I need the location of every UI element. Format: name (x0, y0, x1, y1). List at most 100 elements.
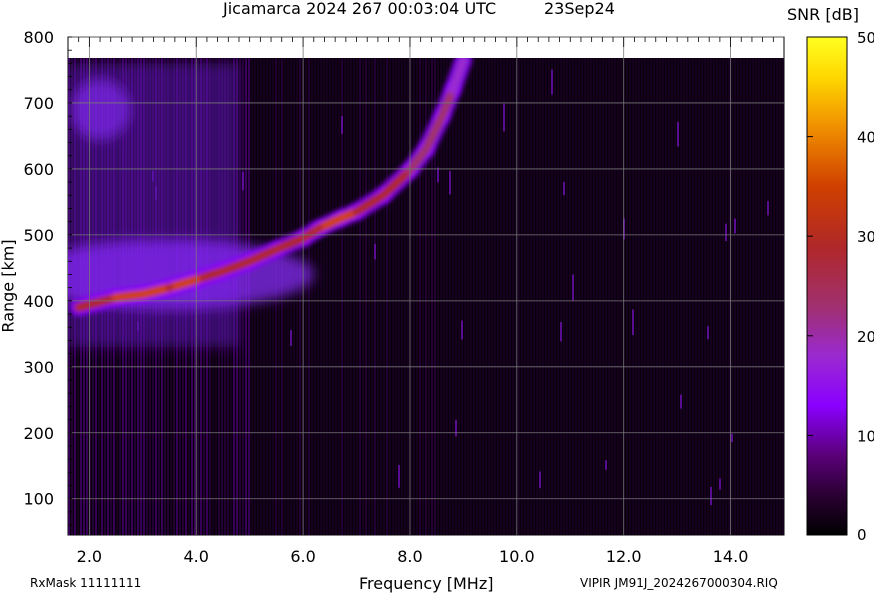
noise-fleck (680, 394, 682, 409)
noise-streak (593, 58, 595, 535)
noise-streak (665, 58, 667, 535)
noise-streak (329, 58, 331, 535)
noise-streak (731, 58, 733, 535)
noise-streak (398, 58, 400, 535)
noise-streak (698, 58, 700, 535)
noise-streak (485, 58, 487, 535)
noise-fleck (734, 218, 736, 234)
noise-streak (473, 58, 475, 535)
noise-fleck (632, 309, 634, 336)
noise-streak (707, 58, 709, 535)
noise-streak (749, 58, 751, 535)
noise-streak (740, 58, 742, 535)
noise-streak (674, 58, 676, 535)
filename-label: VIPIR JM91J_2024267000304.RIQ (580, 576, 778, 590)
colorbar (806, 36, 848, 536)
noise-streak (581, 58, 583, 535)
noise-streak (743, 58, 745, 535)
noise-streak (746, 58, 748, 535)
noise-streak (461, 58, 463, 535)
noise-streak (680, 58, 682, 535)
noise-fleck (572, 274, 574, 301)
noise-streak (650, 58, 652, 535)
noise-streak (284, 58, 286, 535)
noise-streak (359, 58, 361, 535)
y-tick-labels: 100 200 300 400 500 600 700 800 (23, 28, 54, 509)
noise-streak (719, 58, 721, 535)
noise-streak (704, 58, 706, 535)
noise-fleck (731, 433, 733, 443)
noise-fleck (725, 223, 727, 242)
trace-point (315, 224, 324, 233)
noise-streak (338, 58, 340, 535)
chart-date: 23Sep24 (544, 0, 615, 18)
noise-fleck (560, 322, 562, 342)
noise-streak (545, 58, 547, 535)
trace-point (379, 191, 388, 200)
colorbar-tick-label: 0 (857, 526, 867, 544)
y-tick-label: 400 (23, 292, 54, 311)
noise-streak (464, 58, 466, 535)
noise-streak (530, 58, 532, 535)
trace-point (336, 214, 345, 223)
noise-streak (590, 58, 592, 535)
colorbar-tick-label: 40 (857, 129, 874, 147)
noise-streak (314, 58, 316, 535)
noise-streak (596, 58, 598, 535)
noise-streak (617, 58, 619, 535)
x-tick-label: 12.0 (606, 547, 642, 566)
noise-streak (512, 58, 514, 535)
noise-streak (647, 58, 649, 535)
noise-streak (638, 58, 640, 535)
noise-streak (305, 58, 307, 535)
noise-fleck (503, 103, 505, 132)
noise-streak (554, 58, 556, 535)
trace-point (272, 245, 281, 254)
noise-fleck (290, 330, 292, 346)
noise-streak (728, 58, 730, 535)
noise-streak (575, 58, 577, 535)
noise-streak (710, 58, 712, 535)
noise-streak (599, 58, 601, 535)
noise-fleck (707, 326, 709, 340)
noise-fleck (398, 464, 400, 488)
noise-fleck (449, 170, 451, 195)
noise-streak (539, 58, 541, 535)
upper-echo (70, 79, 131, 140)
noise-streak (509, 58, 511, 535)
noise-fleck (710, 486, 712, 506)
noise-streak (563, 58, 565, 535)
noise-fleck (605, 460, 607, 470)
noise-streak (737, 58, 739, 535)
noise-streak (629, 58, 631, 535)
noise-streak (353, 58, 355, 535)
noise-streak (578, 58, 580, 535)
x-tick-label: 4.0 (184, 547, 209, 566)
noise-streak (587, 58, 589, 535)
noise-streak (689, 58, 691, 535)
noise-streak (326, 58, 328, 535)
x-tick-labels: 2.0 4.0 6.0 8.0 10.0 12.0 14.0 (77, 547, 749, 566)
noise-fleck (341, 116, 343, 134)
noise-streak (308, 58, 310, 535)
noise-streak (752, 58, 754, 535)
noise-streak (416, 58, 418, 535)
noise-fleck (455, 419, 457, 437)
noise-streak (716, 58, 718, 535)
noise-streak (377, 58, 379, 535)
noise-streak (482, 58, 484, 535)
noise-streak (500, 58, 502, 535)
noise-streak (560, 58, 562, 535)
noise-streak (569, 58, 571, 535)
noise-streak (494, 58, 496, 535)
noise-streak (548, 58, 550, 535)
noise-streak (392, 58, 394, 535)
noise-streak (506, 58, 508, 535)
noise-streak (770, 58, 772, 535)
noise-streak (659, 58, 661, 535)
noise-streak (653, 58, 655, 535)
noise-streak (362, 58, 364, 535)
x-tick-label: 2.0 (77, 547, 102, 566)
noise-streak (611, 58, 613, 535)
trace-point (165, 283, 174, 292)
